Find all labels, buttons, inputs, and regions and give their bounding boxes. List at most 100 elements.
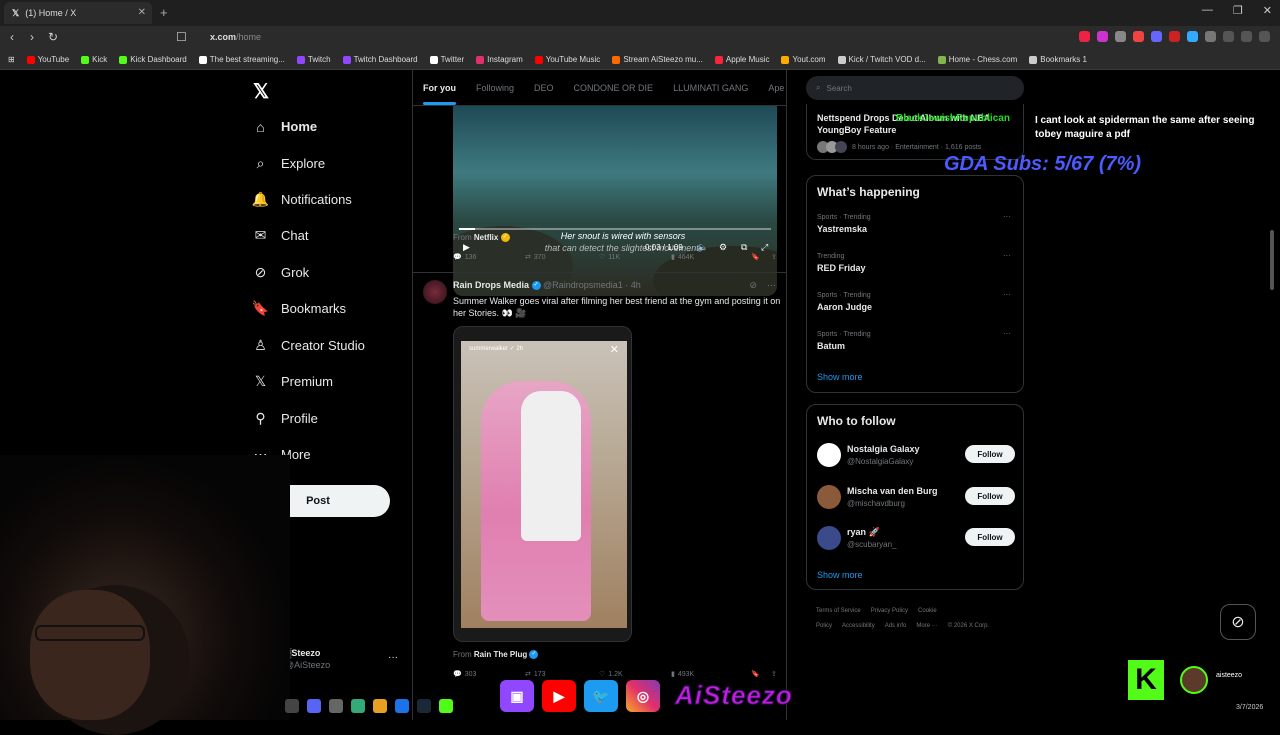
browser-tab[interactable]: 𝕏 (1) Home / X ✕: [4, 2, 152, 24]
from-name[interactable]: Rain The Plug: [474, 650, 527, 659]
repost-button[interactable]: ⇄ 173: [525, 670, 599, 679]
new-tab-button[interactable]: +: [160, 5, 168, 20]
views-button[interactable]: ▮ 464K: [671, 253, 751, 262]
kick-icon[interactable]: [439, 699, 453, 713]
footer-link[interactable]: © 2026 X Corp.: [948, 623, 989, 629]
bookmark-item[interactable]: The best streaming...: [198, 55, 285, 64]
timeline-tab[interactable]: For you: [423, 83, 456, 105]
footer-link[interactable]: Ads info: [885, 623, 907, 629]
taskbar-app-icon[interactable]: [285, 699, 299, 713]
grok-icon[interactable]: ⊘: [749, 280, 757, 291]
tweet-time[interactable]: · 4h: [625, 280, 641, 290]
download-icon[interactable]: [1223, 31, 1234, 42]
taskbar-app-icon[interactable]: [351, 699, 365, 713]
bookmark-item[interactable]: Home - Chess.com: [937, 55, 1017, 64]
extension-icon[interactable]: [1169, 31, 1180, 42]
back-icon[interactable]: ‹: [10, 30, 14, 44]
trend-item[interactable]: Trending RED Friday: [817, 253, 866, 273]
fullscreen-icon[interactable]: ⤢: [761, 242, 768, 253]
x-logo-icon[interactable]: 𝕏: [253, 79, 269, 104]
trend-item[interactable]: Sports · Trending Aaron Judge: [817, 292, 872, 312]
share-icon[interactable]: ⇪: [771, 253, 777, 261]
bookmark-item[interactable]: Bookmarks 1: [1029, 55, 1087, 64]
timeline-tab[interactable]: Ape: [768, 83, 784, 93]
url-field[interactable]: x.com/home: [210, 32, 261, 42]
bookmark-item[interactable]: Twitter: [429, 55, 464, 64]
reply-button[interactable]: 💬 303: [453, 670, 525, 679]
timeline-tab[interactable]: DEO: [534, 83, 554, 93]
scrollbar[interactable]: [1270, 230, 1274, 290]
bookmark-item[interactable]: Kick / Twitch VOD d...: [837, 55, 926, 64]
extension-icon[interactable]: [1079, 31, 1090, 42]
taskbar-app-icon[interactable]: [373, 699, 387, 713]
follow-button[interactable]: Follow: [965, 445, 1015, 463]
footer-link[interactable]: More ···: [916, 623, 937, 629]
more-icon[interactable]: ···: [1003, 329, 1011, 338]
timeline-tab[interactable]: LLUMINATI GANG: [673, 83, 748, 93]
footer-link[interactable]: Privacy Policy: [871, 608, 908, 614]
nav-item-chat[interactable]: ✉ Chat: [252, 227, 309, 244]
suggestion-name[interactable]: ryan 🚀: [847, 527, 880, 538]
minimize-icon[interactable]: —: [1202, 4, 1213, 17]
bookmark-icon[interactable]: 🔖: [751, 670, 771, 678]
extension-icon[interactable]: [1151, 31, 1162, 42]
bookmark-icon[interactable]: 🔖: [751, 253, 771, 261]
forward-icon[interactable]: ›: [30, 30, 34, 44]
video-progress-bar[interactable]: [459, 228, 771, 230]
follow-button[interactable]: Follow: [965, 487, 1015, 505]
sidebar-icon[interactable]: [1241, 31, 1252, 42]
avatar[interactable]: [423, 280, 447, 304]
bookmark-item[interactable]: Kick Dashboard: [119, 55, 187, 64]
reply-button[interactable]: 💬 136: [453, 253, 525, 262]
like-button[interactable]: ♡ 11K: [599, 253, 671, 262]
close-tab-icon[interactable]: ✕: [138, 7, 146, 18]
timeline-tab[interactable]: CONDONE OR DIE: [574, 83, 654, 93]
search-input[interactable]: ⌕ Search: [806, 76, 1024, 100]
more-icon[interactable]: ···: [1003, 212, 1011, 221]
more-icon[interactable]: ···: [1003, 251, 1011, 260]
follow-button[interactable]: Follow: [965, 528, 1015, 546]
extension-icon[interactable]: [1133, 31, 1144, 42]
video-player[interactable]: Her snout is wired with sensors that can…: [453, 106, 777, 296]
bookmark-item[interactable]: Twitch Dashboard: [342, 55, 418, 64]
nav-item-premium[interactable]: 𝕏 Premium: [252, 373, 333, 390]
avatar[interactable]: [817, 526, 841, 550]
bookmark-item[interactable]: Stream AiSteezo mu...: [612, 55, 703, 64]
views-button[interactable]: ▮ 493K: [671, 670, 751, 679]
suggestion-name[interactable]: Mischa van den Burg: [847, 486, 938, 496]
avatar[interactable]: [817, 443, 841, 467]
nav-item-profile[interactable]: ⚲ Profile: [252, 410, 318, 427]
more-icon[interactable]: ···: [1003, 290, 1011, 299]
extension-icon[interactable]: [1097, 31, 1108, 42]
settings-icon[interactable]: ⚙: [719, 242, 727, 253]
footer-link[interactable]: Terms of Service: [816, 608, 861, 614]
footer-link[interactable]: Accessibility: [842, 623, 875, 629]
close-window-icon[interactable]: ✕: [1263, 4, 1272, 17]
show-more-link[interactable]: Show more: [817, 372, 863, 382]
play-icon[interactable]: ▶: [463, 242, 470, 253]
trend-item[interactable]: Sports · Trending Batum: [817, 331, 871, 351]
bookmark-item[interactable]: Apple Music: [714, 55, 769, 64]
bookmark-item[interactable]: Kick: [81, 55, 107, 64]
nav-item-grok[interactable]: ⊘ Grok: [252, 264, 310, 281]
bookmark-item[interactable]: YouTube: [26, 55, 69, 64]
more-icon[interactable]: ···: [767, 280, 776, 291]
bookmark-item[interactable]: YouTube Music: [534, 55, 600, 64]
menu-icon[interactable]: [1259, 31, 1270, 42]
nav-item-explore[interactable]: ⌕ Explore: [252, 155, 326, 172]
timeline-tab[interactable]: Following: [476, 83, 514, 93]
steam-icon[interactable]: [417, 699, 431, 713]
extension-icon[interactable]: [1187, 31, 1198, 42]
taskbar-app-icon[interactable]: [395, 699, 409, 713]
reload-icon[interactable]: ↻: [48, 30, 58, 44]
maximize-icon[interactable]: ❐: [1233, 4, 1243, 17]
tweet-media[interactable]: summerwalker ✓ 2h ✕: [453, 326, 632, 642]
author-name[interactable]: Rain Drops Media: [453, 280, 529, 290]
nav-item-creator-studio[interactable]: ♙ Creator Studio: [252, 337, 365, 354]
suggestion-name[interactable]: Nostalgia Galaxy: [847, 444, 920, 454]
pip-icon[interactable]: ⧉: [741, 242, 747, 253]
avatar[interactable]: [817, 485, 841, 509]
taskbar-app-icon[interactable]: [329, 699, 343, 713]
like-button[interactable]: ♡ 1.2K: [599, 670, 671, 679]
bookmark-star-icon[interactable]: ☐: [176, 30, 187, 44]
